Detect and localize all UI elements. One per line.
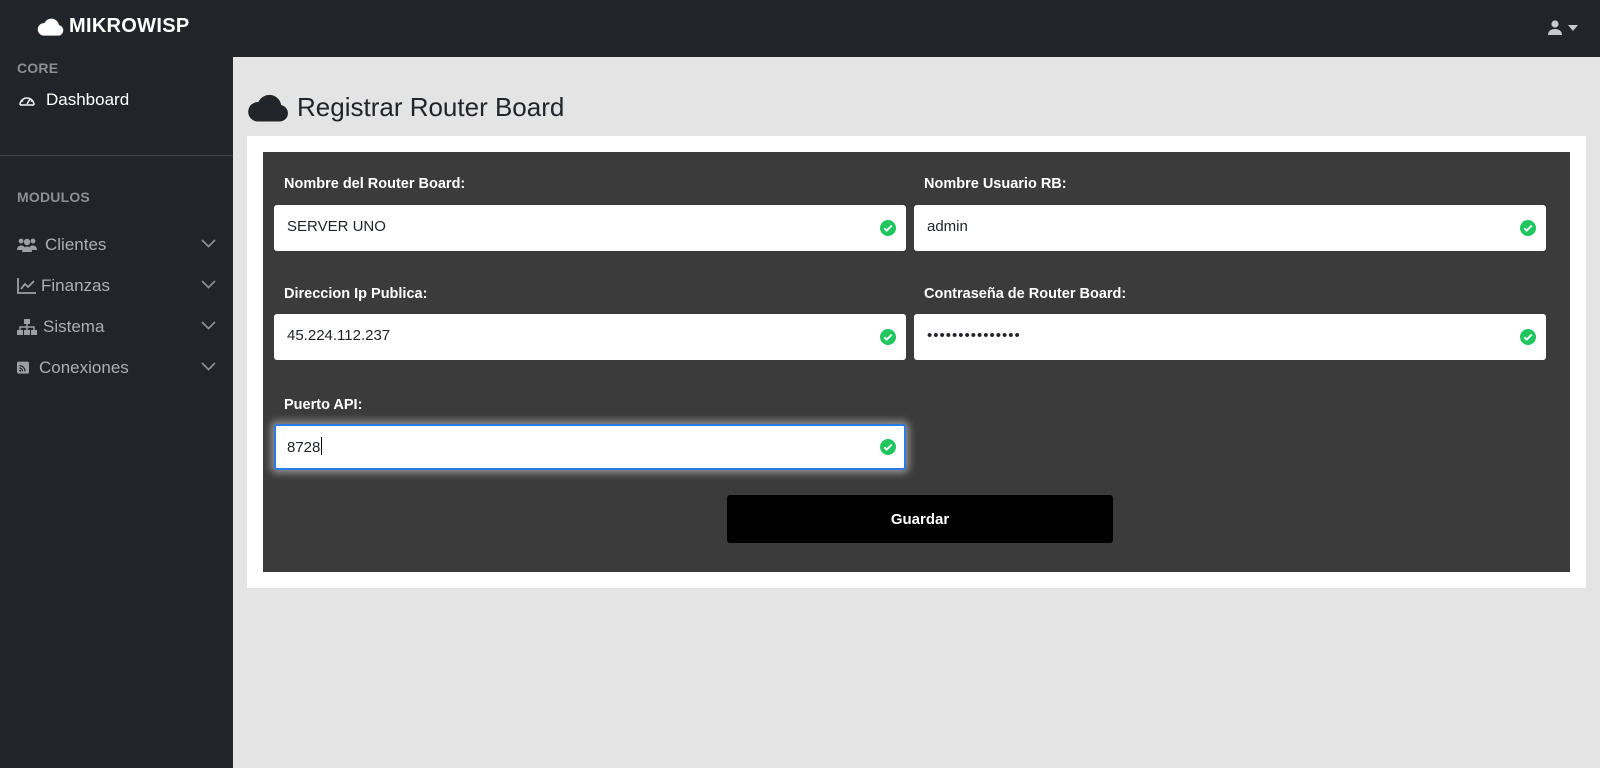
check-circle-icon	[1520, 329, 1536, 345]
sidebar: CORE Dashboard MODULOS Clientes Finanzas…	[0, 57, 233, 768]
save-button[interactable]: Guardar	[727, 495, 1113, 543]
api-port-label: Puerto API:	[284, 397, 363, 413]
sidebar-item-label: Clientes	[45, 235, 107, 254]
rb-password-value: •••••••••••••••	[927, 327, 1021, 344]
public-ip-label: Direccion Ip Publica:	[284, 286, 428, 302]
rb-password-label: Contraseña de Router Board:	[924, 286, 1127, 302]
user-menu-button[interactable]	[1548, 20, 1578, 35]
public-ip-value: 45.224.112.237	[287, 327, 391, 344]
sidebar-item-finanzas[interactable]: Finanzas	[0, 268, 233, 304]
router-name-input[interactable]: SERVER UNO	[274, 205, 906, 251]
sidebar-item-clientes[interactable]: Clientes	[0, 227, 233, 263]
check-circle-icon	[1520, 220, 1536, 236]
top-navbar: MIKROWISP	[0, 0, 1600, 57]
sidebar-item-label: Sistema	[43, 317, 105, 336]
sitemap-icon	[17, 319, 37, 335]
check-circle-icon	[880, 329, 896, 345]
users-icon	[17, 238, 37, 252]
text-caret	[321, 437, 323, 455]
public-ip-input[interactable]: 45.224.112.237	[274, 314, 906, 360]
caret-down-icon	[1568, 24, 1578, 31]
cloud-icon	[248, 94, 288, 121]
sidebar-item-label: Finanzas	[41, 276, 110, 295]
tachometer-icon	[19, 97, 35, 106]
chevron-down-icon	[201, 321, 216, 330]
router-name-value: SERVER UNO	[287, 218, 386, 235]
rb-password-input[interactable]: •••••••••••••••	[914, 314, 1546, 360]
sidebar-item-label: Dashboard	[46, 90, 130, 109]
brand-name: MIKROWISP	[69, 15, 190, 37]
check-circle-icon	[880, 220, 896, 236]
rb-user-label: Nombre Usuario RB:	[924, 176, 1067, 192]
sidebar-item-sistema[interactable]: Sistema	[0, 309, 233, 345]
rb-user-value: admin	[927, 218, 968, 235]
page-title: Registrar Router Board	[297, 92, 565, 122]
user-icon	[1548, 20, 1562, 35]
rb-user-input[interactable]: admin	[914, 205, 1546, 251]
sidebar-item-conexiones[interactable]: Conexiones	[0, 350, 233, 386]
rss-square-icon	[17, 361, 29, 374]
api-port-input[interactable]: 8728	[274, 424, 906, 470]
sidebar-divider	[0, 155, 233, 156]
chevron-down-icon	[201, 362, 216, 371]
api-port-value: 8728	[287, 437, 323, 456]
cloud-icon	[37, 18, 64, 36]
form-card: Nombre del Router Board: SERVER UNO Nomb…	[247, 136, 1586, 588]
sidebar-item-dashboard[interactable]: Dashboard	[0, 82, 233, 118]
sidebar-heading-core: CORE	[17, 60, 59, 76]
sidebar-heading-modulos: MODULOS	[17, 189, 90, 205]
check-circle-icon	[880, 439, 896, 455]
page-header: Registrar Router Board	[247, 92, 564, 123]
router-form: Nombre del Router Board: SERVER UNO Nomb…	[263, 152, 1570, 572]
chart-line-icon	[17, 278, 36, 294]
sidebar-item-label: Conexiones	[39, 358, 129, 377]
brand-link[interactable]: MIKROWISP	[37, 15, 189, 38]
router-name-label: Nombre del Router Board:	[284, 176, 466, 192]
chevron-down-icon	[201, 239, 216, 248]
chevron-down-icon	[201, 280, 216, 289]
